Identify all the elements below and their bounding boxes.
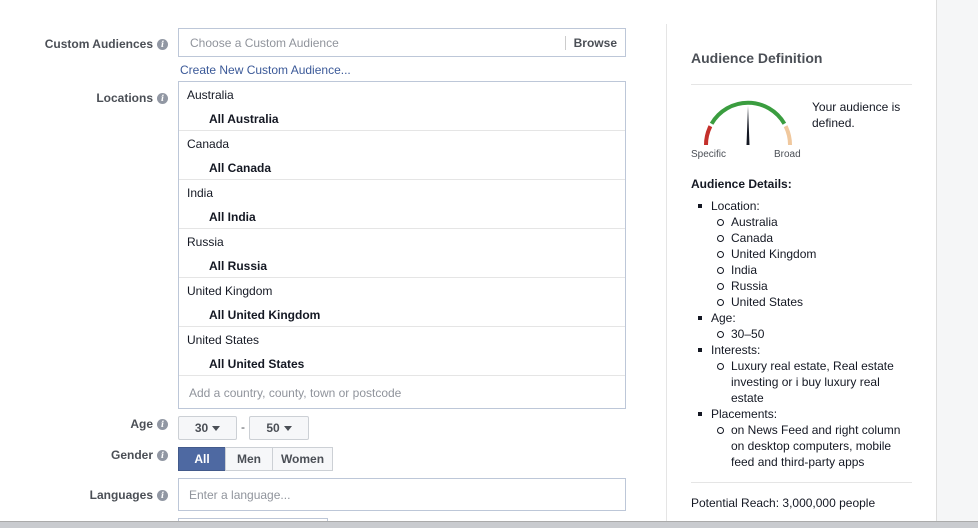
age-label: Age i <box>130 417 168 431</box>
custom-audiences-label: Custom Audiences i <box>45 37 168 51</box>
detail-value: India <box>711 262 913 278</box>
location-group: Canada All Canada <box>179 131 625 180</box>
age-max-value: 50 <box>266 421 280 435</box>
column-divider <box>666 24 667 524</box>
browse-button[interactable]: Browse <box>564 36 625 50</box>
location-group: United States All United States <box>179 327 625 376</box>
location-scope[interactable]: All Australia <box>209 112 279 126</box>
gender-men-button[interactable]: Men <box>225 447 273 471</box>
location-add-input[interactable]: Add a country, county, town or postcode <box>189 386 401 400</box>
locations-box[interactable]: Australia All Australia Canada All Canada In… <box>178 81 626 409</box>
gauge-needle <box>746 106 750 145</box>
panel-title: Audience Definition <box>691 50 823 66</box>
gauge-broad-label: Broad <box>774 149 801 160</box>
bottom-window-edge <box>0 521 978 528</box>
detail-value: on News Feed and right column on desktop… <box>711 422 913 470</box>
language-placeholder: Enter a language... <box>189 488 291 502</box>
detail-value: Luxury real estate, Real estate investin… <box>711 358 913 406</box>
detail-value: 30–50 <box>711 326 913 342</box>
custom-audience-input[interactable]: Choose a Custom Audience Browse <box>178 28 626 57</box>
detail-value: Russia <box>711 278 913 294</box>
detail-item: Location: Australia Canada United Kingdom In… <box>691 198 913 310</box>
detail-value: United States <box>711 294 913 310</box>
detail-label: Placements: <box>711 407 778 421</box>
location-group: Australia All Australia <box>179 82 625 131</box>
location-group: United Kingdom All United Kingdom <box>179 278 625 327</box>
location-list: Australia All Australia Canada All Canada In… <box>179 82 625 376</box>
age-min-dropdown[interactable]: 30 <box>178 416 237 440</box>
language-input[interactable]: Enter a language... <box>178 478 626 511</box>
languages-label: Languages i <box>90 488 168 502</box>
location-country: Canada <box>187 137 230 151</box>
location-country: India <box>187 186 214 200</box>
chevron-down-icon <box>212 425 221 431</box>
gauge-specific-arc <box>703 125 713 146</box>
detail-sublist: Luxury real estate, Real estate investin… <box>711 358 913 406</box>
divider <box>691 84 912 85</box>
scrollbar-track[interactable] <box>936 0 978 528</box>
location-scope[interactable]: All Canada <box>209 161 271 175</box>
gender-label: Gender i <box>111 448 168 462</box>
location-country: Australia <box>187 88 234 102</box>
info-icon[interactable]: i <box>157 449 168 461</box>
detail-label: Location: <box>711 199 760 213</box>
detail-item: Placements: on News Feed and right column… <box>691 406 913 470</box>
gauge-broad-arc <box>783 125 793 146</box>
location-scope[interactable]: All United Kingdom <box>209 308 320 322</box>
gender-label-text: Gender <box>110 448 153 462</box>
detail-value: Canada <box>711 230 913 246</box>
locations-label-text: Locations <box>96 91 153 105</box>
age-label-text: Age <box>130 417 153 431</box>
details-outer-list: Location: Australia Canada United Kingdom In… <box>691 198 913 470</box>
audience-details-title: Audience Details: <box>691 177 792 191</box>
detail-value: Australia <box>711 214 913 230</box>
location-country: United States <box>187 333 260 347</box>
detail-sublist: on News Feed and right column on desktop… <box>711 422 913 470</box>
location-group: Russia All Russia <box>179 229 625 278</box>
age-separator: - <box>241 420 245 434</box>
detail-label: Interests: <box>711 343 761 357</box>
info-icon[interactable]: i <box>157 38 168 50</box>
potential-reach: Potential Reach: 3,000,000 people <box>691 496 876 510</box>
detail-sublist: Australia Canada United Kingdom India Russia… <box>711 214 913 310</box>
audience-details-list: Location: Australia Canada United Kingdom In… <box>691 198 913 470</box>
chevron-down-icon <box>283 425 292 431</box>
gender-women-button[interactable]: Women <box>272 447 333 471</box>
gauge-specific-label: Specific <box>691 149 727 160</box>
gender-all-button[interactable]: All <box>178 447 226 471</box>
age-min-value: 30 <box>194 421 209 435</box>
info-icon[interactable]: i <box>157 418 168 430</box>
custom-audience-placeholder: Choose a Custom Audience <box>190 36 339 50</box>
detail-value: United Kingdom <box>711 246 913 262</box>
audience-status-text: Your audience is defined. <box>812 100 901 130</box>
location-scope[interactable]: All India <box>209 210 256 224</box>
info-icon[interactable]: i <box>157 489 168 501</box>
location-country: Russia <box>187 235 224 249</box>
create-custom-audience-link[interactable]: Create New Custom Audience... <box>180 63 351 77</box>
location-scope[interactable]: All Russia <box>209 259 267 273</box>
audience-size-gauge <box>703 100 793 146</box>
location-group: India All India <box>179 180 625 229</box>
detail-item: Age: 30–50 <box>691 310 913 342</box>
age-max-dropdown[interactable]: 50 <box>249 416 309 440</box>
location-scope[interactable]: All United States <box>209 357 304 371</box>
detail-item: Interests: Luxury real estate, Real estat… <box>691 342 913 406</box>
locations-label: Locations i <box>96 91 168 105</box>
info-icon[interactable]: i <box>157 92 168 104</box>
custom-audiences-label-text: Custom Audiences <box>44 37 153 51</box>
divider <box>691 482 912 483</box>
location-country: United Kingdom <box>187 284 273 298</box>
detail-sublist: 30–50 <box>711 326 913 342</box>
detail-label: Age: <box>711 311 736 325</box>
languages-label-text: Languages <box>89 488 153 502</box>
